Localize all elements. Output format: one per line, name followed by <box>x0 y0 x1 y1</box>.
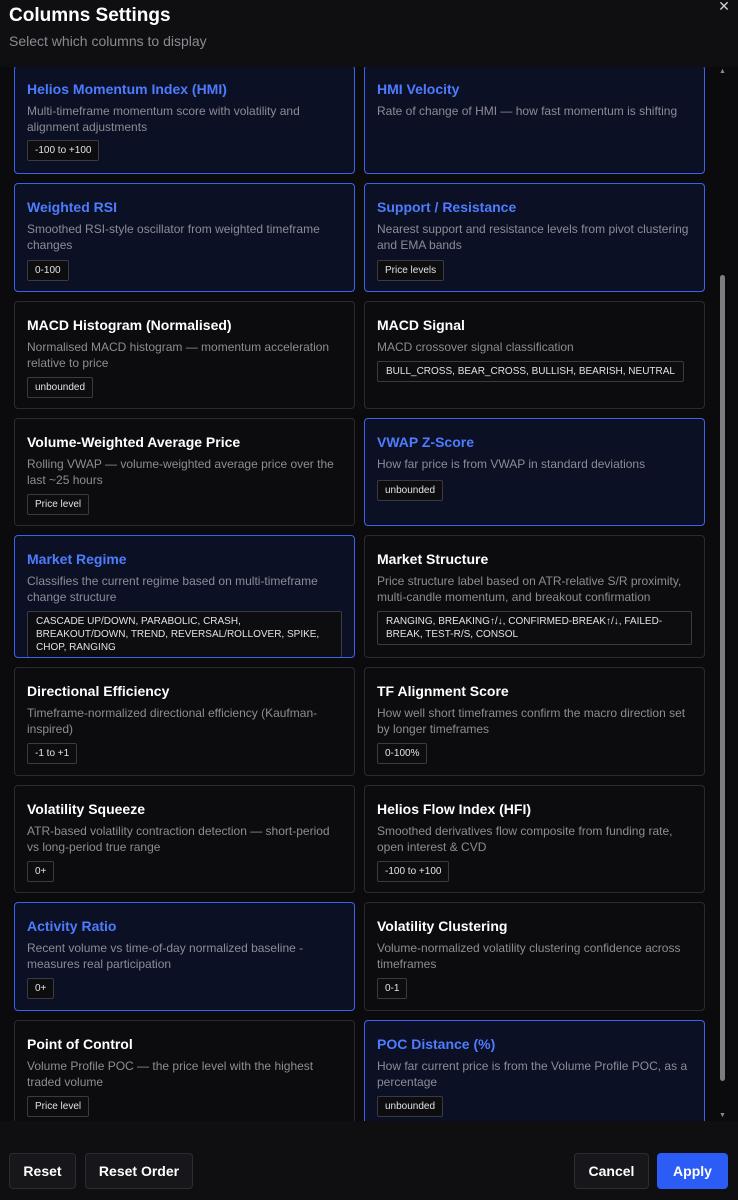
dialog-title: Columns Settings <box>9 5 171 26</box>
column-title: Volatility Clustering <box>377 918 508 934</box>
column-title: Market Regime <box>27 551 127 567</box>
column-value-badge: -100 to +100 <box>27 140 100 161</box>
column-description: Timeframe-normalized directional efficie… <box>27 706 318 736</box>
scroll-down-icon[interactable]: ▼ <box>718 1111 727 1120</box>
column-value-badge: 0+ <box>27 861 55 882</box>
dialog-subtitle: Select which columns to display <box>9 33 207 49</box>
column-title: Weighted RSI <box>27 199 117 215</box>
reset-order-button[interactable]: Reset Order <box>85 1153 193 1189</box>
scroll-thumb[interactable] <box>720 275 725 1081</box>
column-value-badge: 0-100 <box>27 260 69 281</box>
column-value-badge: Price levels <box>377 260 445 281</box>
column-description: Normalised MACD histogram — momentum acc… <box>27 340 330 370</box>
column-title: Point of Control <box>27 1036 133 1052</box>
column-title: Helios Momentum Index (HMI) <box>27 81 227 97</box>
column-description: MACD crossover signal classification <box>377 340 574 354</box>
column-title: Support / Resistance <box>377 199 517 215</box>
column-card[interactable]: VWAP Z-Score How far price is from VWAP i… <box>364 418 705 526</box>
column-description: Recent volume vs time-of-day normalized … <box>27 941 304 971</box>
column-title: Market Structure <box>377 551 489 567</box>
column-description: Nearest support and resistance levels fr… <box>377 222 689 252</box>
column-card[interactable]: Support / Resistance Nearest support and … <box>364 183 705 292</box>
columns-grid: Helios Momentum Index (HMI) Multi-timefra… <box>14 67 705 1121</box>
column-title: MACD Histogram (Normalised) <box>27 317 232 333</box>
column-title: Volatility Squeeze <box>27 801 145 817</box>
column-card[interactable]: Volatility Clustering Volume-normalized v… <box>364 902 705 1011</box>
column-card[interactable]: Directional Efficiency Timeframe-normaliz… <box>14 667 355 776</box>
column-value-badge: BULL_CROSS, BEAR_CROSS, BULLISH, BEARISH… <box>377 361 684 382</box>
column-value-badge: Price level <box>27 494 90 515</box>
column-card[interactable]: Volatility Squeeze ATR-based volatility c… <box>14 785 355 893</box>
column-title: MACD Signal <box>377 317 465 333</box>
column-title: HMI Velocity <box>377 81 460 97</box>
column-card[interactable]: Activity Ratio Recent volume vs time-of-d… <box>14 902 355 1011</box>
column-description: Classifies the current regime based on m… <box>27 574 318 604</box>
cancel-button[interactable]: Cancel <box>574 1153 649 1189</box>
column-description: Smoothed derivatives flow composite from… <box>377 824 673 854</box>
dialog-header: Columns Settings Select which columns to… <box>0 0 738 67</box>
column-title: Directional Efficiency <box>27 683 170 699</box>
column-description: How far price is from VWAP in standard d… <box>377 457 646 471</box>
column-title: POC Distance (%) <box>377 1036 496 1052</box>
column-description: ATR-based volatility contraction detecti… <box>27 824 330 854</box>
column-value-badge: Price level <box>27 1096 90 1117</box>
column-value-badge: CASCADE UP/DOWN, PARABOLIC, CRASH, BREAK… <box>27 611 342 657</box>
column-title: TF Alignment Score <box>377 683 509 699</box>
column-description: Multi-timeframe momentum score with vola… <box>27 104 300 134</box>
column-value-badge: 0-100% <box>377 743 428 764</box>
column-description: Volume Profile POC — the price level wit… <box>27 1059 314 1089</box>
column-value-badge: -100 to +100 <box>377 861 450 882</box>
column-description: Smoothed RSI-style oscillator from weigh… <box>27 222 320 252</box>
column-value-badge: unbounded <box>377 480 444 501</box>
column-card[interactable]: Helios Momentum Index (HMI) Multi-timefra… <box>14 67 355 174</box>
column-card[interactable]: MACD Histogram (Normalised) Normalised MA… <box>14 301 355 409</box>
apply-button[interactable]: Apply <box>657 1153 728 1189</box>
column-value-badge: 0+ <box>27 978 55 999</box>
column-description: Volume-normalized volatility clustering … <box>377 941 681 971</box>
column-description: How well short timeframes confirm the ma… <box>377 706 686 736</box>
column-description: How far current price is from the Volume… <box>377 1059 688 1089</box>
column-card[interactable]: Weighted RSI Smoothed RSI-style oscillato… <box>14 183 355 292</box>
column-title: Activity Ratio <box>27 918 117 934</box>
column-card[interactable]: HMI Velocity Rate of change of HMI — how … <box>364 67 705 174</box>
column-card[interactable]: Point of Control Volume Profile POC — the… <box>14 1020 355 1121</box>
columns-list[interactable]: Helios Momentum Index (HMI) Multi-timefra… <box>0 67 738 1121</box>
column-description: Rate of change of HMI — how fast momentu… <box>377 104 678 118</box>
column-value-badge: unbounded <box>377 1096 444 1117</box>
column-card[interactable]: POC Distance (%) How far current price is… <box>364 1020 705 1121</box>
column-card[interactable]: Market Structure Price structure label ba… <box>364 535 705 658</box>
column-value-badge: -1 to +1 <box>27 743 78 764</box>
column-value-badge: unbounded <box>27 377 94 398</box>
column-title: Volume-Weighted Average Price <box>27 434 241 450</box>
dialog-footer: Reset Reset Order Cancel Apply <box>0 1121 738 1200</box>
scroll-up-icon[interactable]: ▲ <box>718 67 727 76</box>
column-card[interactable]: Helios Flow Index (HFI) Smoothed derivati… <box>364 785 705 893</box>
close-icon[interactable]: ✕ <box>716 0 732 14</box>
column-card[interactable]: MACD Signal MACD crossover signal classif… <box>364 301 705 409</box>
column-title: Helios Flow Index (HFI) <box>377 801 532 817</box>
column-title: VWAP Z-Score <box>377 434 474 450</box>
column-value-badge: 0-1 <box>377 978 408 999</box>
column-description: Rolling VWAP — volume-weighted average p… <box>27 457 334 487</box>
column-description: Price structure label based on ATR-relat… <box>377 574 682 604</box>
column-value-badge: RANGING, BREAKING↑/↓, CONFIRMED-BREAK↑/↓… <box>377 611 692 645</box>
column-card[interactable]: Volume-Weighted Average Price Rolling VWA… <box>14 418 355 526</box>
scrollbar[interactable]: ▲ ▼ <box>718 67 727 1121</box>
column-card[interactable]: Market Regime Classifies the current regi… <box>14 535 355 658</box>
column-card[interactable]: TF Alignment Score How well short timefra… <box>364 667 705 776</box>
reset-button[interactable]: Reset <box>9 1153 76 1189</box>
